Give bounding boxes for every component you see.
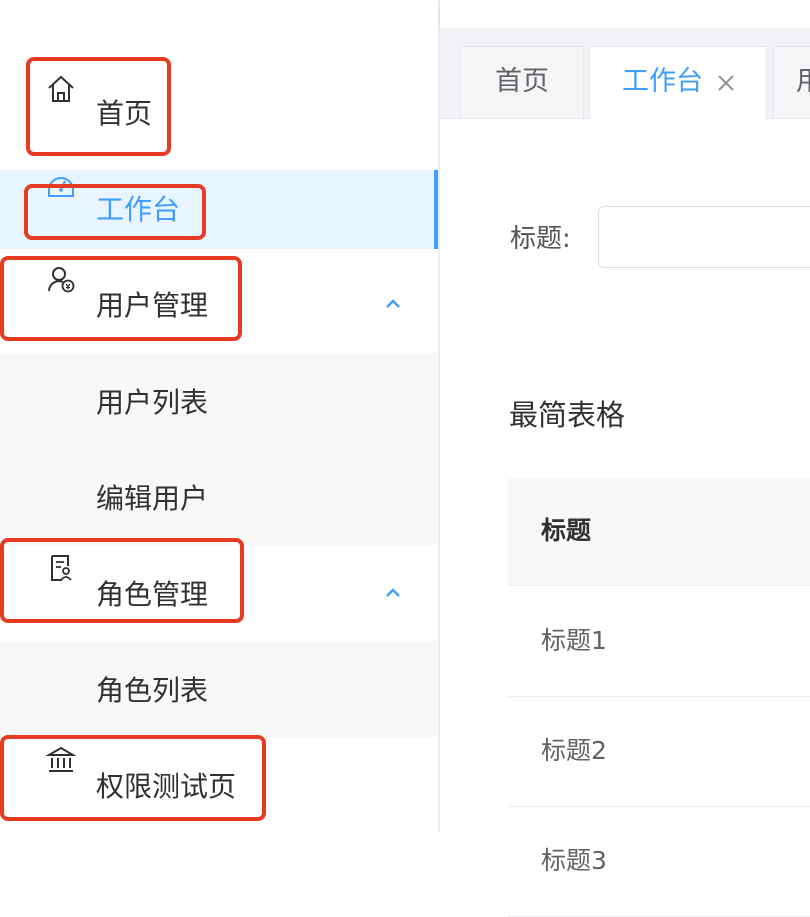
sidebar-subitem-label: 角色列表 xyxy=(96,674,209,707)
highlight-box xyxy=(26,57,171,156)
highlight-box xyxy=(0,538,244,623)
tab-label: 用 xyxy=(796,66,810,97)
chevron-up-icon[interactable] xyxy=(384,298,402,310)
table-cell: 标题3 xyxy=(541,846,607,875)
highlight-box xyxy=(24,184,206,240)
highlight-box xyxy=(0,256,242,341)
tab-dashboard[interactable]: 工作台 xyxy=(589,46,767,119)
tab-label: 首页 xyxy=(495,66,549,97)
tab-user[interactable]: 用 xyxy=(773,46,810,118)
sidebar-subitem-edit-user[interactable]: 编辑用户 xyxy=(0,449,438,545)
table-header-cell: 标题 xyxy=(541,516,592,545)
highlight-box xyxy=(0,735,266,821)
tab-label: 工作台 xyxy=(622,66,703,97)
tab-home[interactable]: 首页 xyxy=(460,46,584,118)
tabs-bar: 首页 工作台 用 xyxy=(440,28,810,119)
title-field-label: 标题: xyxy=(510,224,571,254)
table-header: 标题 xyxy=(508,478,810,586)
top-navbar xyxy=(440,0,810,28)
table-cell: 标题2 xyxy=(541,736,607,765)
table-row[interactable]: 标题1 xyxy=(508,587,810,697)
sidebar: 首页 工作台 用户管理 用户列表 编辑用户 角色管理 角色列表 权限测试页 xyxy=(0,0,440,878)
table-row[interactable]: 标题3 xyxy=(508,807,810,917)
title-input[interactable] xyxy=(598,206,810,268)
section-title: 最简表格 xyxy=(509,398,626,432)
close-icon[interactable] xyxy=(716,73,736,93)
sidebar-subitem-label: 编辑用户 xyxy=(96,482,209,515)
table-cell: 标题1 xyxy=(541,626,607,655)
chevron-up-icon[interactable] xyxy=(384,587,402,599)
sidebar-subitem-user-list[interactable]: 用户列表 xyxy=(0,353,438,449)
sidebar-divider xyxy=(438,0,440,832)
sidebar-subitem-role-list[interactable]: 角色列表 xyxy=(0,641,438,737)
sidebar-subitem-label: 用户列表 xyxy=(96,386,209,419)
table-row[interactable]: 标题2 xyxy=(508,697,810,807)
